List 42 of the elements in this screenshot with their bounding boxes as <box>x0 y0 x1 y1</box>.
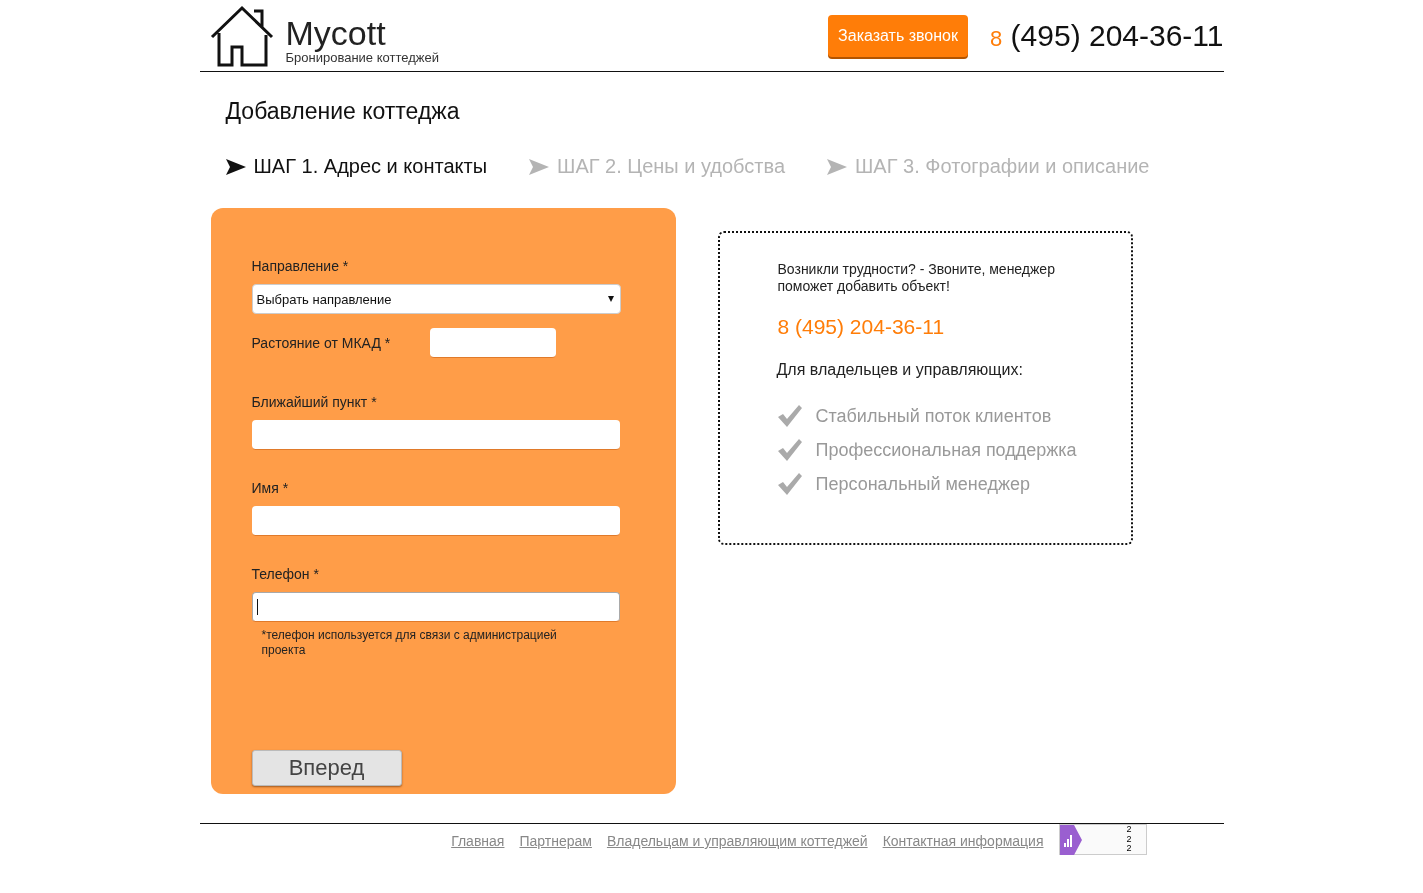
arrow-icon <box>225 158 246 175</box>
footer-link[interactable]: Партнерам <box>519 833 592 849</box>
help-text: Возникли трудности? - Звоните, менеджер поможет добавить объект! <box>777 261 1056 295</box>
arrow-icon <box>529 158 550 175</box>
field-note: *телефон используется для связи с администрацией проекта <box>261 628 558 658</box>
input-field[interactable] <box>251 420 620 450</box>
counter-value: 2 <box>1126 844 1132 854</box>
logo-title: Mycott <box>285 15 387 50</box>
input-field[interactable] <box>251 592 620 622</box>
step-tab[interactable]: ШАГ 3. Фотографии и описание <box>827 155 1150 178</box>
input-field[interactable] <box>251 506 620 536</box>
field-label: Направление * <box>251 258 350 274</box>
counter-value: 2 <box>1126 834 1132 844</box>
field-label: Ближайший пункт * <box>251 394 378 410</box>
page-title: Добавление коттеджа <box>225 98 461 125</box>
step-tab[interactable]: ШАГ 1. Адрес и контакты <box>225 155 488 178</box>
footer-link[interactable]: Контактная информация <box>882 833 1044 849</box>
caret-icon <box>607 296 614 302</box>
check-icon <box>777 405 802 427</box>
distance-field[interactable] <box>429 328 556 358</box>
field-label: Растояние от МКАД * <box>251 335 392 351</box>
field-label: Телефон * <box>251 566 320 582</box>
footer-link[interactable]: Главная <box>451 833 505 849</box>
field-label: Имя * <box>251 480 290 496</box>
header-phone: 8 (495) 204-36-11 <box>990 18 1224 53</box>
counter-value: 2 <box>1126 825 1132 835</box>
arrow-icon <box>827 158 847 175</box>
footer-link[interactable]: Владельцам и управляющим коттеджей <box>606 833 868 849</box>
callback-button[interactable]: Заказать звонок <box>828 14 968 57</box>
step-tab[interactable]: ШАГ 2. Цены и удобства <box>529 155 785 178</box>
help-phone: 8 (495) 204-36-11 <box>777 315 946 339</box>
check-icon <box>777 439 802 461</box>
direction-select[interactable]: Выбрать направление <box>251 284 621 314</box>
chart-icon <box>1059 825 1082 855</box>
benefit-text: Персональный менеджер <box>815 473 1030 495</box>
check-icon <box>777 473 802 495</box>
visitor-counter[interactable]: 2 2 2 <box>1058 824 1147 855</box>
next-button[interactable]: Вперед <box>251 750 402 786</box>
help-subtitle: Для владельцев и управляющих: <box>776 361 1024 379</box>
house-icon <box>209 4 276 67</box>
benefit-text: Стабильный поток клиентов <box>815 405 1052 427</box>
benefit-text: Профессиональная поддержка <box>815 439 1077 461</box>
